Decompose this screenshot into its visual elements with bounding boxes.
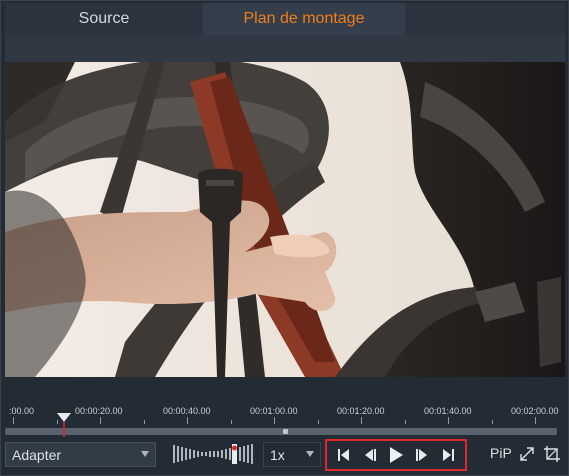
preview-subbar bbox=[5, 35, 565, 62]
timeline-label: 00:01:40.00 bbox=[424, 406, 472, 416]
step-back-icon bbox=[365, 449, 376, 461]
timeline-scrollbar[interactable] bbox=[5, 428, 557, 435]
timeline-ticks bbox=[13, 417, 536, 424]
crop-icon bbox=[544, 446, 560, 462]
playhead-marker[interactable] bbox=[57, 410, 71, 438]
video-preview[interactable] bbox=[5, 62, 565, 377]
chevron-down-icon bbox=[141, 451, 149, 457]
timeline-label: 00:01:00.00 bbox=[250, 406, 298, 416]
chevron-down-icon bbox=[306, 451, 314, 457]
fit-select-value: Adapter bbox=[12, 446, 62, 463]
video-frame-image bbox=[5, 62, 565, 377]
playback-toolbar: Adapter 1x PiP bbox=[1, 439, 569, 473]
tab-bar: Source Plan de montage bbox=[5, 3, 565, 35]
jog-shuttle-slider[interactable] bbox=[173, 443, 255, 465]
preview-panel: Source Plan de montage:00.00 00:00:20.0… bbox=[0, 0, 569, 476]
tab-plan-de-montage[interactable]: Plan de montage bbox=[203, 3, 405, 35]
play-icon bbox=[390, 447, 403, 463]
timeline-label: :00.00 bbox=[9, 406, 35, 416]
crop-button[interactable] bbox=[543, 445, 561, 463]
speed-select[interactable]: 1x bbox=[263, 442, 321, 467]
skip-to-end-icon bbox=[443, 449, 454, 461]
tab-source[interactable]: Source bbox=[5, 3, 203, 35]
timeline-scrollbar-thumb[interactable] bbox=[283, 429, 288, 434]
fullscreen-icon bbox=[520, 447, 534, 461]
skip-to-start-button[interactable] bbox=[333, 444, 355, 466]
tab-bar-spacer bbox=[405, 3, 565, 35]
timeline-label: 00:02:00.00 bbox=[511, 406, 559, 416]
speed-select-value: 1x bbox=[270, 446, 285, 463]
step-forward-icon bbox=[416, 449, 427, 461]
timeline-scrollbar-fill bbox=[5, 428, 557, 435]
skip-to-start-icon bbox=[338, 449, 349, 461]
skip-to-end-button[interactable] bbox=[437, 444, 459, 466]
fit-select[interactable]: Adapter bbox=[5, 442, 156, 467]
transport-controls bbox=[325, 439, 467, 471]
fullscreen-button[interactable] bbox=[518, 445, 536, 463]
step-forward-button[interactable] bbox=[411, 444, 433, 466]
play-button[interactable] bbox=[385, 444, 407, 466]
pip-button[interactable]: PiP bbox=[490, 445, 512, 461]
step-back-button[interactable] bbox=[359, 444, 381, 466]
timeline-label: 00:01:20.00 bbox=[337, 406, 385, 416]
timeline-label: 00:00:40.00 bbox=[163, 406, 211, 416]
timeline-label: 00:00:20.00 bbox=[75, 406, 123, 416]
